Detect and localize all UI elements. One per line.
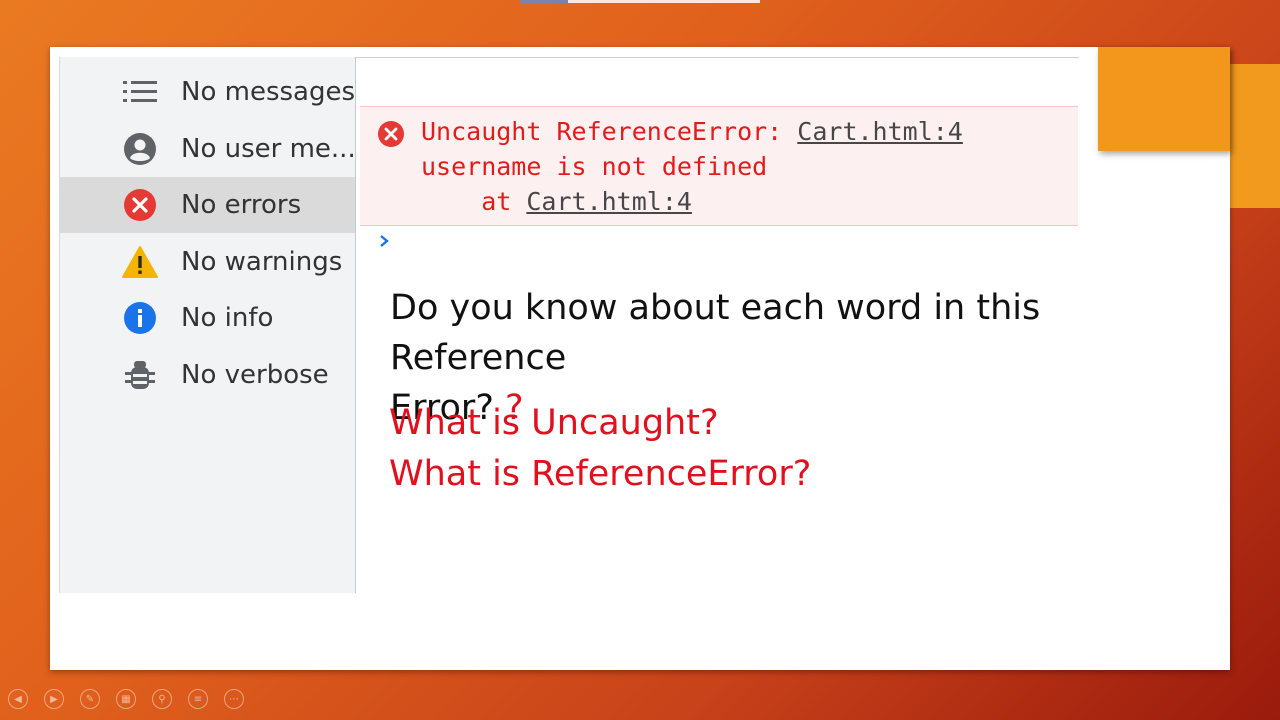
question-line-1: Do you know about each word in this Refe… (390, 288, 1041, 378)
sidebar-item-info[interactable]: No info (60, 290, 355, 346)
divider (356, 57, 1079, 58)
sidebar-item-label: No info (181, 303, 274, 333)
zoom-icon[interactable]: ⚲ (152, 689, 172, 709)
decorative-orange-bar (1228, 64, 1280, 208)
sidebar-item-warnings[interactable]: No warnings (60, 234, 355, 290)
next-icon[interactable]: ▶ (44, 689, 64, 709)
user-icon (122, 131, 158, 167)
source-link[interactable]: Cart.html:4 (797, 117, 963, 146)
list-icon (122, 74, 158, 110)
sidebar-item-label: No errors (181, 190, 302, 220)
sidebar-item-verbose[interactable]: No verbose (60, 347, 355, 403)
subtitles-icon[interactable]: ≡ (188, 689, 208, 709)
window-tab-indicator (520, 0, 760, 3)
pen-icon[interactable]: ✎ (80, 689, 100, 709)
bug-icon (122, 357, 158, 393)
stack-prefix-text: at (421, 187, 527, 216)
error-type-text: Uncaught ReferenceError: (421, 117, 798, 146)
sidebar-item-label: No messages (181, 77, 356, 107)
sidebar-item-label: No verbose (181, 360, 329, 390)
more-icon[interactable]: ⋯ (224, 689, 244, 709)
question-referenceerror: What is ReferenceError? (389, 454, 812, 494)
error-line-2: username is not defined (421, 152, 768, 181)
error-icon (378, 121, 404, 147)
sidebar-item-messages[interactable]: No messages (60, 64, 355, 120)
error-line-1: Uncaught ReferenceError: Cart.html:4 (421, 117, 963, 146)
previous-icon[interactable]: ◀ (8, 689, 28, 709)
error-icon (122, 187, 158, 223)
stack-source-link[interactable]: Cart.html:4 (526, 187, 692, 216)
slide-canvas: No messages No user me... No errors No w… (50, 47, 1230, 670)
decorative-orange-square (1098, 47, 1230, 151)
chevron-right-icon[interactable] (376, 233, 392, 249)
error-line-3: at Cart.html:4 (421, 187, 692, 216)
sidebar-item-errors[interactable]: No errors (60, 177, 355, 233)
sidebar-item-label: No user me... (181, 134, 356, 164)
slides-icon[interactable]: ▦ (116, 689, 136, 709)
slideshow-controls: ◀ ▶ ✎ ▦ ⚲ ≡ ⋯ (8, 689, 244, 711)
warning-icon (122, 244, 158, 280)
error-message-row: Uncaught ReferenceError: Cart.html:4 use… (360, 106, 1078, 226)
console-sidebar: No messages No user me... No errors No w… (59, 57, 357, 593)
sidebar-item-label: No warnings (181, 247, 343, 277)
sidebar-item-user-messages[interactable]: No user me... (60, 121, 356, 177)
info-icon (122, 300, 158, 336)
question-uncaught: What is Uncaught? (389, 403, 719, 443)
